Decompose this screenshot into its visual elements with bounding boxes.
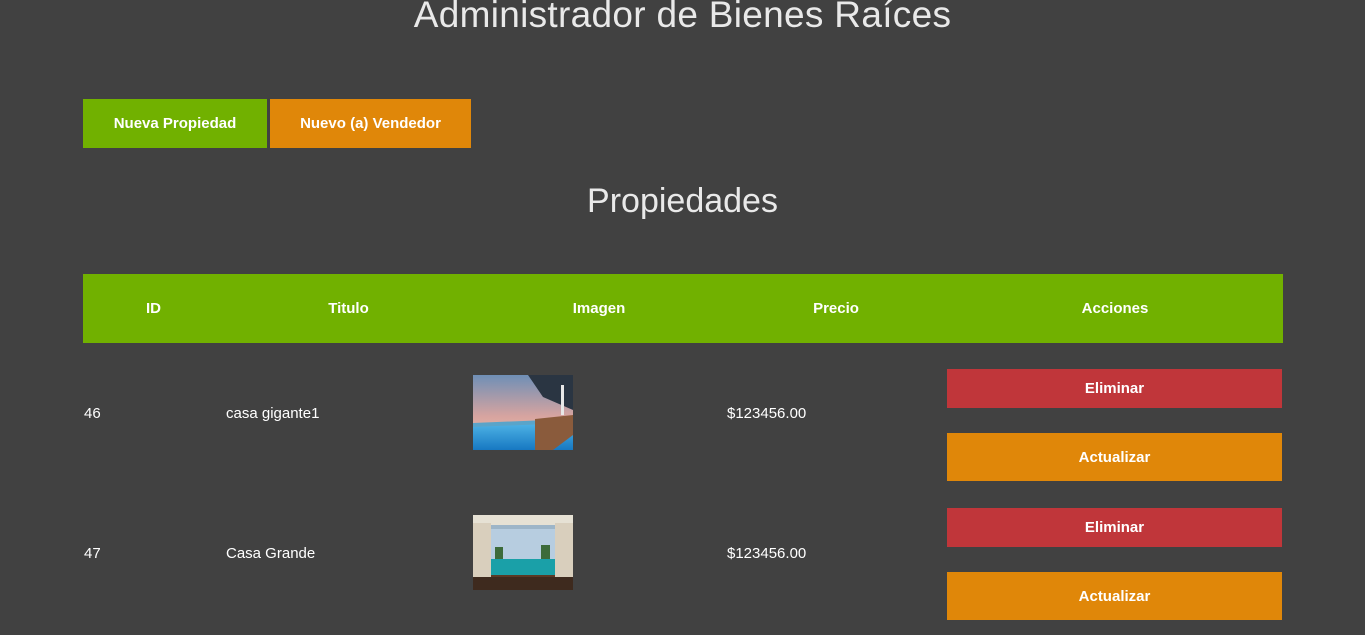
property-title: casa gigante1 xyxy=(226,405,320,422)
cabana-photo-icon xyxy=(473,515,573,590)
property-price: $123456.00 xyxy=(727,405,807,422)
column-header-price: Precio xyxy=(813,300,859,317)
update-button[interactable]: Actualizar xyxy=(947,572,1282,620)
property-title: Casa Grande xyxy=(226,545,316,562)
delete-button[interactable]: Eliminar xyxy=(947,369,1282,408)
table-header: ID Titulo Imagen Precio Acciones xyxy=(83,274,1283,343)
column-header-actions: Acciones xyxy=(1081,300,1149,317)
property-id: 46 xyxy=(84,405,101,422)
property-id: 47 xyxy=(84,545,101,562)
new-seller-button[interactable]: Nuevo (a) Vendedor xyxy=(270,99,471,148)
column-header-image: Imagen xyxy=(572,300,626,317)
table-row: 47 Casa Grande $123456.00 Eliminar Actua… xyxy=(83,501,1283,635)
pool-photo-thumbnail xyxy=(473,375,573,450)
column-header-id: ID xyxy=(146,300,161,317)
update-button[interactable]: Actualizar xyxy=(947,433,1282,481)
table-row: 46 casa gigante1 $123456.00 Eliminar Act… xyxy=(83,362,1283,502)
cabana-photo-thumbnail xyxy=(473,515,573,590)
page-title: Administrador de Bienes Raíces xyxy=(413,0,952,35)
pool-photo-icon xyxy=(473,375,573,450)
property-price: $123456.00 xyxy=(727,545,807,562)
admin-page: Administrador de Bienes Raíces Nueva Pro… xyxy=(0,0,1365,635)
delete-button[interactable]: Eliminar xyxy=(947,508,1282,547)
new-property-button[interactable]: Nueva Propiedad xyxy=(83,99,267,148)
column-header-title: Titulo xyxy=(328,300,369,317)
section-title: Propiedades xyxy=(587,182,778,220)
